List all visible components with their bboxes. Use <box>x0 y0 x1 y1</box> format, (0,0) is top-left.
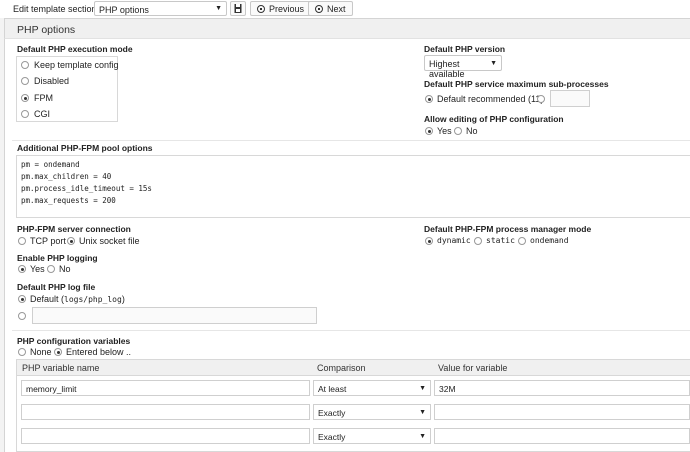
fpm-pool-textarea[interactable]: pm = ondemand pm.max_children = 40 pm.pr… <box>16 155 690 218</box>
config-vars-radio-none[interactable] <box>18 348 26 356</box>
comparison-select[interactable]: At least ▼ <box>313 380 431 396</box>
variable-value-input[interactable] <box>434 404 690 420</box>
section-label: Edit template section: <box>13 4 100 14</box>
allow-edit-radio-yes[interactable] <box>425 127 433 135</box>
log-file-radio-custom[interactable] <box>18 312 26 320</box>
save-icon <box>234 4 242 13</box>
config-vars-label: PHP configuration variables <box>17 336 131 346</box>
fpm-mode-label: Default PHP-FPM process manager mode <box>424 224 592 234</box>
chevron-down-icon: ▼ <box>419 409 426 416</box>
exec-mode-option-disabled: Disabled <box>34 76 70 86</box>
php-version-select[interactable]: Highest available ▼ <box>424 55 502 79</box>
comparison-select[interactable]: Exactly ▼ <box>313 404 431 420</box>
logging-radio-yes[interactable] <box>18 265 26 273</box>
max-sub-radio-custom[interactable] <box>537 95 545 103</box>
arrow-right-circle-icon <box>315 5 323 13</box>
exec-mode-radio-disabled[interactable] <box>21 77 29 85</box>
log-file-custom-input[interactable] <box>32 307 317 324</box>
comparison-select[interactable]: Exactly ▼ <box>313 428 431 444</box>
fpm-pool-line: pm.max_requests = 200 <box>21 196 116 205</box>
fpm-mode-radio-dynamic[interactable] <box>425 237 433 245</box>
fpm-pool-line: pm = ondemand <box>21 160 80 169</box>
exec-mode-radio-cgi[interactable] <box>21 110 29 118</box>
exec-mode-option-keep: Keep template config <box>34 60 119 70</box>
next-button[interactable]: Next <box>308 1 353 16</box>
config-vars-none: None <box>30 347 52 357</box>
php-version-value: Highest available <box>429 59 465 79</box>
log-file-label: Default PHP log file <box>17 282 96 292</box>
exec-mode-radio-fpm[interactable] <box>21 94 29 102</box>
column-header-value: Value for variable <box>438 363 508 373</box>
chevron-down-icon: ▼ <box>419 433 426 440</box>
section-select[interactable]: PHP options ▼ <box>94 1 227 16</box>
divider <box>12 330 690 331</box>
php-version-label: Default PHP version <box>424 44 506 54</box>
fpm-conn-radio-tcp[interactable] <box>18 237 26 245</box>
logging-yes: Yes <box>30 264 45 274</box>
allow-edit-yes: Yes <box>437 126 452 136</box>
variable-value-input[interactable] <box>434 428 690 444</box>
logging-radio-no[interactable] <box>47 265 55 273</box>
exec-mode-radio-keep[interactable] <box>21 61 29 69</box>
arrow-left-circle-icon <box>257 5 265 13</box>
exec-mode-option-cgi: CGI <box>34 109 51 119</box>
fpm-pool-line: pm.max_children = 40 <box>21 172 112 181</box>
previous-label: Previous <box>269 4 305 14</box>
log-file-radio-default[interactable] <box>18 295 26 303</box>
previous-button[interactable]: Previous <box>250 1 312 16</box>
panel-title: PHP options <box>17 24 76 36</box>
log-file-default-option: Default (logs/php_log) <box>30 294 125 304</box>
config-vars-entered: Entered below .. <box>66 347 132 357</box>
fpm-conn-label: PHP-FPM server connection <box>17 224 131 234</box>
variable-value-input[interactable]: 32M <box>434 380 690 396</box>
variable-name-input[interactable] <box>21 428 310 444</box>
fpm-conn-unix: Unix socket file <box>79 236 140 246</box>
fpm-pool-line: pm.process_idle_timeout = 15s <box>21 184 152 193</box>
max-sub-default-option: Default recommended (11) <box>437 94 544 104</box>
config-vars-radio-entered[interactable] <box>54 348 62 356</box>
max-sub-radio-default[interactable] <box>425 95 433 103</box>
next-label: Next <box>327 4 346 14</box>
allow-edit-label: Allow editing of PHP configuration <box>424 114 564 124</box>
save-button[interactable] <box>230 1 246 16</box>
section-select-value: PHP options <box>99 5 149 15</box>
allow-edit-radio-no[interactable] <box>454 127 462 135</box>
fpm-mode-static: static <box>486 236 515 245</box>
divider <box>12 140 690 141</box>
fpm-conn-tcp: TCP port <box>30 236 66 246</box>
allow-edit-no: No <box>466 126 478 136</box>
chevron-down-icon: ▼ <box>215 5 222 12</box>
fpm-mode-dynamic: dynamic <box>437 236 471 245</box>
logging-no: No <box>59 264 71 274</box>
column-header-name: PHP variable name <box>22 363 100 373</box>
exec-mode-option-fpm: FPM <box>34 93 53 103</box>
fpm-pool-label: Additional PHP-FPM pool options <box>17 143 153 153</box>
fpm-mode-radio-ondemand[interactable] <box>518 237 526 245</box>
panel-header <box>4 18 690 39</box>
variable-name-input[interactable] <box>21 404 310 420</box>
logging-label: Enable PHP logging <box>17 253 98 263</box>
column-header-comparison: Comparison <box>317 363 366 373</box>
max-sub-label: Default PHP service maximum sub-processe… <box>424 79 609 89</box>
fpm-conn-radio-unix[interactable] <box>67 237 75 245</box>
exec-mode-label: Default PHP execution mode <box>17 44 133 54</box>
fpm-mode-radio-static[interactable] <box>474 237 482 245</box>
max-sub-custom-input[interactable] <box>550 90 590 107</box>
template-toolbar: Edit template section: PHP options ▼ Pre… <box>0 0 690 18</box>
chevron-down-icon: ▼ <box>490 60 497 67</box>
chevron-down-icon: ▼ <box>419 385 426 392</box>
fpm-mode-ondemand: ondemand <box>530 236 569 245</box>
variable-name-input[interactable]: memory_limit <box>21 380 310 396</box>
